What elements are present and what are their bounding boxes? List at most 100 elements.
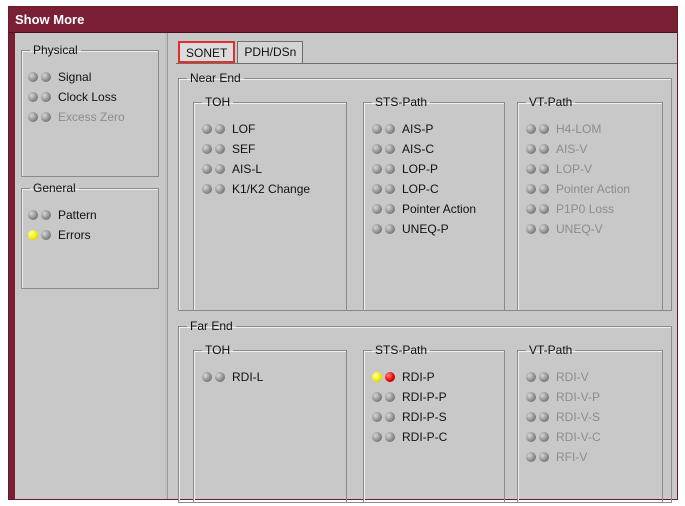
- history-led-icon: [202, 164, 212, 174]
- near-end-vt-path-group: VT-Path H4-LOM AIS-V LOP-V Pointer Action P1…: [517, 95, 663, 311]
- current-led-icon: [41, 72, 51, 82]
- history-led-icon: [526, 124, 536, 134]
- history-led-icon: [372, 124, 382, 134]
- current-led-icon: [385, 372, 395, 382]
- window-title: Show More: [15, 12, 85, 27]
- current-led-icon: [539, 372, 549, 382]
- history-led-icon: [526, 204, 536, 214]
- near-end-toh-group: TOH LOF SEF AIS-L K1/K2 Change: [193, 95, 347, 311]
- current-led-icon: [41, 210, 51, 220]
- history-led-icon: [28, 112, 38, 122]
- current-led-icon: [385, 432, 395, 442]
- current-led-icon: [539, 452, 549, 462]
- show-more-window: Show More Physical Signal Clock Loss Exces…: [8, 6, 678, 503]
- indicator-label: H4-LOM: [556, 122, 602, 136]
- indicator-label: UNEQ-V: [556, 222, 603, 236]
- near-end-title: Near End: [190, 71, 241, 85]
- indicator-p1p0-loss: P1P0 Loss: [526, 199, 614, 219]
- indicator-lop-v: LOP-V: [526, 159, 592, 179]
- current-led-icon: [539, 224, 549, 234]
- current-led-icon: [385, 204, 395, 214]
- indicator-uneq-v: UNEQ-V: [526, 219, 603, 239]
- physical-group: Physical Signal Clock Loss Excess Zero: [21, 43, 159, 177]
- history-led-icon: [28, 92, 38, 102]
- current-led-icon: [385, 184, 395, 194]
- history-led-icon: [372, 184, 382, 194]
- left-panel: Physical Signal Clock Loss Excess Zero Gen…: [15, 33, 165, 499]
- near-end-vt-path-title: VT-Path: [529, 95, 573, 109]
- near-end-toh-title: TOH: [205, 95, 231, 109]
- tab-divider: [176, 63, 677, 64]
- current-led-icon: [385, 392, 395, 402]
- indicator-label: RDI-P-C: [402, 430, 448, 444]
- near-end-group: Near End TOH LOF SEF AIS-L K1/K2 Change STS…: [178, 71, 672, 311]
- far-end-sts-path-title: STS-Path: [375, 343, 428, 357]
- indicator-label: RDI-V-S: [556, 410, 601, 424]
- indicator-label: RDI-P-P: [402, 390, 447, 404]
- history-led-icon: [372, 412, 382, 422]
- indicator-label: LOP-P: [402, 162, 439, 176]
- current-led-icon: [539, 204, 549, 214]
- far-end-sts-path-group: STS-Path RDI-P RDI-P-P RDI-P-S RDI-P-C: [363, 343, 505, 503]
- indicator-label: P1P0 Loss: [556, 202, 615, 216]
- tab-sonet[interactable]: SONET: [178, 41, 236, 63]
- far-end-toh-group: TOH RDI-L: [193, 343, 347, 503]
- general-group: General Pattern Errors: [21, 181, 159, 289]
- indicator-label: Pattern: [58, 208, 97, 222]
- current-led-icon: [539, 432, 549, 442]
- history-led-icon: [28, 72, 38, 82]
- indicator-label: AIS-P: [402, 122, 434, 136]
- current-led-icon: [539, 124, 549, 134]
- current-led-icon: [215, 124, 225, 134]
- indicator-label: Signal: [58, 70, 92, 84]
- history-led-icon: [526, 144, 536, 154]
- indicator-label: RDI-V-C: [556, 430, 601, 444]
- title-bar[interactable]: Show More: [9, 7, 677, 33]
- indicator-label: RDI-P-S: [402, 410, 447, 424]
- tab-bar: SONET PDH/DSn: [178, 41, 305, 63]
- history-led-icon: [526, 392, 536, 402]
- indicator-sef: SEF: [202, 139, 255, 159]
- current-led-icon: [215, 372, 225, 382]
- indicator-uneq-p: UNEQ-P: [372, 219, 449, 239]
- indicator-label: K1/K2 Change: [232, 182, 311, 196]
- general-group-title: General: [33, 181, 76, 195]
- indicator-label: Excess Zero: [58, 110, 125, 124]
- current-led-icon: [41, 230, 51, 240]
- indicator-rdi-p-c: RDI-P-C: [372, 427, 447, 447]
- current-led-icon: [385, 144, 395, 154]
- history-led-icon: [372, 144, 382, 154]
- indicator-label: Clock Loss: [58, 90, 117, 104]
- indicator-label: LOP-V: [556, 162, 593, 176]
- physical-group-title: Physical: [33, 43, 78, 57]
- indicator-rdi-l: RDI-L: [202, 367, 263, 387]
- current-led-icon: [385, 224, 395, 234]
- indicator-label: RDI-P: [402, 370, 435, 384]
- indicator-label: RDI-L: [232, 370, 264, 384]
- current-led-icon: [215, 144, 225, 154]
- indicator-rdi-v: RDI-V: [526, 367, 589, 387]
- indicator-lop-c: LOP-C: [372, 179, 439, 199]
- indicator-ais-c: AIS-C: [372, 139, 434, 159]
- indicator-label: RDI-V-P: [556, 390, 601, 404]
- tab-pdh-dsn[interactable]: PDH/DSn: [237, 41, 304, 63]
- indicator-pattern: Pattern: [28, 205, 97, 225]
- indicator-label: SEF: [232, 142, 256, 156]
- history-led-icon: [526, 224, 536, 234]
- indicator-pointer-action: Pointer Action: [526, 179, 630, 199]
- indicator-label: UNEQ-P: [402, 222, 449, 236]
- indicator-rfi-v: RFI-V: [526, 447, 587, 467]
- history-led-icon: [372, 204, 382, 214]
- indicator-rdi-v-s: RDI-V-S: [526, 407, 600, 427]
- far-end-vt-path-title: VT-Path: [529, 343, 573, 357]
- current-led-icon: [385, 412, 395, 422]
- far-end-title: Far End: [190, 319, 233, 333]
- indicator-ais-p: AIS-P: [372, 119, 433, 139]
- indicator-label: AIS-V: [556, 142, 588, 156]
- far-end-group: Far End TOH RDI-L STS-Path RDI-P RDI-P-P R…: [178, 319, 672, 503]
- indicator-label: Errors: [58, 228, 91, 242]
- history-led-icon: [526, 412, 536, 422]
- indicator-signal: Signal: [28, 67, 91, 87]
- history-led-icon: [372, 392, 382, 402]
- near-end-sts-path-group: STS-Path AIS-P AIS-C LOP-P LOP-C Pointer Act…: [363, 95, 505, 311]
